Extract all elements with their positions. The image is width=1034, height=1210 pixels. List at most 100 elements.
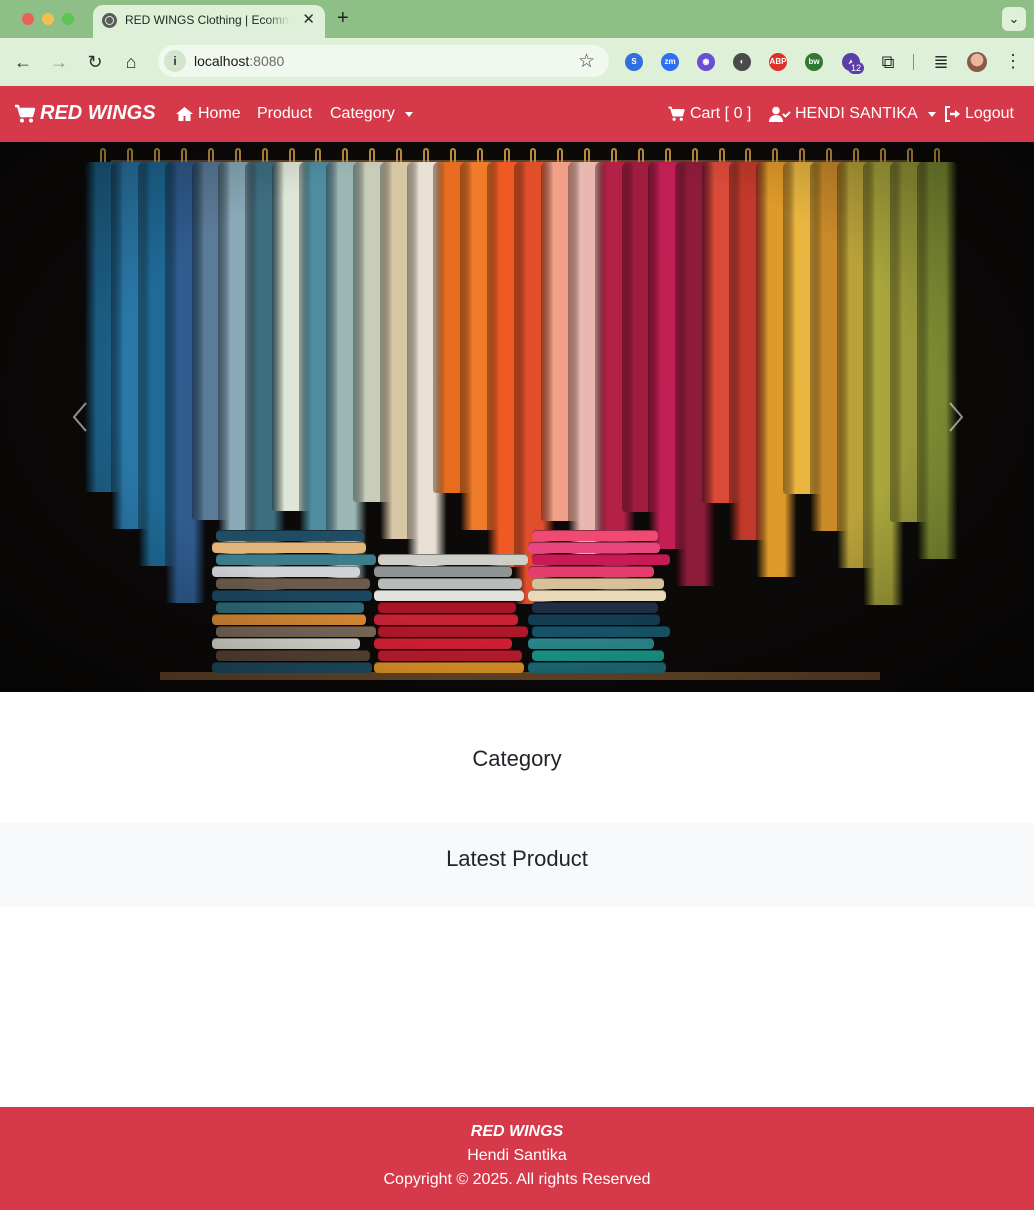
adblock-extension-icon[interactable]: ABP — [769, 53, 787, 71]
house-icon — [176, 107, 193, 121]
profile-avatar[interactable] — [967, 52, 987, 72]
bookmark-star-icon[interactable]: ☆ — [578, 50, 595, 73]
folded-shirt — [528, 662, 666, 673]
footer-copyright: Copyright © 2025. All rights Reserved — [383, 1171, 651, 1188]
back-arrow-icon[interactable]: ← — [12, 51, 34, 73]
folded-shirt — [374, 638, 512, 649]
user-check-icon — [769, 106, 791, 122]
folded-shirt — [528, 638, 654, 649]
browser-toolbar: ← → ↻ ⌂ i localhost:8080 ☆ Szm◉◐ABPbw▲⧉ … — [0, 38, 1034, 86]
folded-shirt — [216, 578, 370, 589]
nav-category-dropdown[interactable]: Category — [330, 105, 413, 123]
folded-shirt — [532, 530, 658, 541]
color-picker-extension-icon[interactable]: ◉ — [697, 53, 715, 71]
folded-shirt — [212, 590, 372, 601]
site-footer: RED WINGS Hendi Santika Copyright © 2025… — [0, 1107, 1034, 1210]
close-icon[interactable]: ✕ — [302, 11, 315, 29]
folded-shirt — [374, 590, 524, 601]
url-text[interactable]: localhost:8080 — [194, 53, 284, 69]
caret-down-icon — [404, 111, 413, 117]
folded-shirt — [212, 566, 360, 577]
bw-extension-icon[interactable]: bw — [805, 53, 823, 71]
new-tab-button[interactable]: + — [337, 7, 349, 29]
nav-category-label: Category — [330, 105, 395, 122]
folded-shirt — [378, 554, 528, 565]
carousel-prev-button[interactable] — [68, 397, 92, 437]
media-control-icon[interactable]: ≣ — [930, 51, 952, 73]
sign-out-icon — [945, 106, 960, 122]
hanging-shirt — [917, 162, 958, 559]
tab-search-button[interactable]: ⌄ — [1002, 7, 1026, 31]
folded-shirt — [532, 626, 670, 637]
site-info-icon[interactable]: i — [164, 50, 186, 72]
category-heading: Category — [472, 746, 562, 771]
site-navbar: RED WINGS Home Product Category Cart [ 0… — [0, 86, 1034, 142]
nav-user-label: HENDI SANTIKA — [795, 105, 918, 122]
folded-shirt — [212, 614, 366, 625]
brand-name: RED WINGS — [40, 102, 156, 124]
folded-shirt — [378, 650, 522, 661]
nav-product-link[interactable]: Product — [257, 105, 312, 123]
folded-shirt — [216, 554, 376, 565]
folded-shirt — [216, 530, 364, 541]
latest-product-section: Latest Product — [0, 823, 1034, 907]
folded-shirt — [378, 626, 528, 637]
carousel-next-button[interactable] — [944, 397, 968, 437]
caret-down-icon — [927, 111, 936, 117]
folded-shirt — [532, 554, 670, 565]
folded-shirt — [532, 650, 664, 661]
folded-shirt — [378, 578, 522, 589]
nav-home-link[interactable]: Home — [175, 105, 241, 123]
shelf-board — [160, 672, 880, 680]
sync-extension-icon[interactable]: S — [625, 53, 643, 71]
folded-shirt — [212, 638, 360, 649]
folded-shirt — [528, 566, 654, 577]
address-bar[interactable]: i localhost:8080 ☆ — [158, 45, 609, 77]
nav-home-label: Home — [198, 105, 241, 122]
footer-brand: RED WINGS — [470, 1123, 564, 1140]
window-zoom-button[interactable] — [62, 13, 74, 25]
folded-shirt — [378, 602, 516, 613]
folded-shirt — [528, 590, 666, 601]
folded-shirt — [374, 662, 524, 673]
globe-icon — [102, 13, 117, 28]
forward-arrow-icon[interactable]: → — [48, 51, 70, 73]
hero-carousel — [0, 142, 1034, 692]
window-minimize-button[interactable] — [42, 13, 54, 25]
folded-shirt — [532, 602, 658, 613]
browser-tab[interactable]: RED WINGS Clothing | Ecommerce ✕ — [93, 5, 325, 38]
folded-shirt — [212, 542, 366, 553]
extension-count-badge: 12 — [848, 62, 865, 74]
folded-shirt — [532, 578, 664, 589]
browser-tab-strip: RED WINGS Clothing | Ecommerce ✕ + ⌄ — [0, 0, 1034, 38]
nav-product-label: Product — [257, 105, 313, 122]
browser-menu-icon[interactable]: ⋮ — [1004, 50, 1022, 72]
folded-shirt — [216, 626, 376, 637]
dev-extension-icon[interactable]: ◐ — [733, 53, 751, 71]
folded-shirt — [374, 614, 518, 625]
tab-title: RED WINGS Clothing | Ecommerce — [125, 13, 290, 27]
folded-shirt — [212, 662, 372, 673]
cart-icon — [668, 106, 685, 121]
nav-logout-link[interactable]: Logout — [944, 105, 1014, 123]
latest-product-heading: Latest Product — [446, 846, 588, 871]
zoom-extension-icon[interactable]: zm — [661, 53, 679, 71]
nav-cart-label: Cart [ 0 ] — [690, 105, 752, 122]
nav-logout-label: Logout — [965, 105, 1014, 122]
toolbar-divider — [913, 54, 914, 70]
reload-icon[interactable]: ↻ — [84, 51, 106, 73]
folded-shirt — [216, 602, 364, 613]
window-close-button[interactable] — [22, 13, 34, 25]
folded-shirt — [216, 650, 370, 661]
nav-user-dropdown[interactable]: HENDI SANTIKA — [769, 105, 936, 123]
folded-shirt — [374, 566, 512, 577]
shopping-cart-icon — [15, 104, 36, 122]
nav-cart-link[interactable]: Cart [ 0 ] — [667, 105, 751, 123]
footer-author: Hendi Santika — [467, 1147, 567, 1164]
folded-shirt — [528, 614, 660, 625]
folded-shirt — [528, 542, 660, 553]
brand-link[interactable]: RED WINGS — [14, 102, 156, 125]
extensions-puzzle-icon[interactable]: ⧉ — [877, 51, 899, 73]
category-section: Category — [0, 692, 1034, 823]
home-icon[interactable]: ⌂ — [120, 51, 142, 73]
